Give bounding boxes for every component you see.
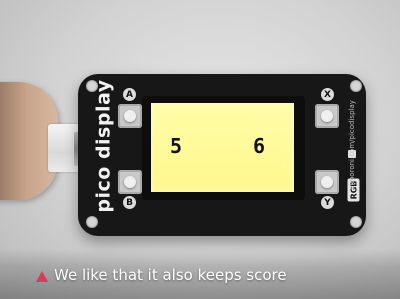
- caption-text: We like that it also keeps score: [54, 266, 287, 284]
- brand-text: pico display: [93, 79, 116, 213]
- button-a-cap: [124, 110, 136, 122]
- button-x-cap: [321, 110, 333, 122]
- mounting-hole-bottom-right: [350, 216, 362, 228]
- score-right: 6: [253, 134, 266, 158]
- caption-marker-icon: [36, 271, 48, 282]
- button-a-label: A: [123, 88, 136, 101]
- button-b-cap: [124, 176, 136, 188]
- button-x[interactable]: [315, 104, 339, 128]
- mounting-hole-bottom-left: [86, 216, 98, 228]
- button-b[interactable]: [118, 170, 142, 194]
- url-label: pimoroni.com/picodisplay: [343, 76, 361, 214]
- product-photo: pico display A B X Y 5 6 RGB pimoroni.co…: [0, 0, 400, 299]
- button-y-label: Y: [321, 196, 334, 209]
- score-left: 5: [170, 134, 183, 158]
- button-b-label: B: [123, 196, 136, 209]
- button-y[interactable]: [315, 170, 339, 194]
- url-text: pimoroni.com/picodisplay: [348, 100, 357, 190]
- button-x-label: X: [321, 88, 334, 101]
- lcd-screen: 5 6: [151, 103, 294, 192]
- brand-label: pico display: [93, 79, 116, 213]
- button-y-cap: [321, 176, 333, 188]
- button-a[interactable]: [118, 104, 142, 128]
